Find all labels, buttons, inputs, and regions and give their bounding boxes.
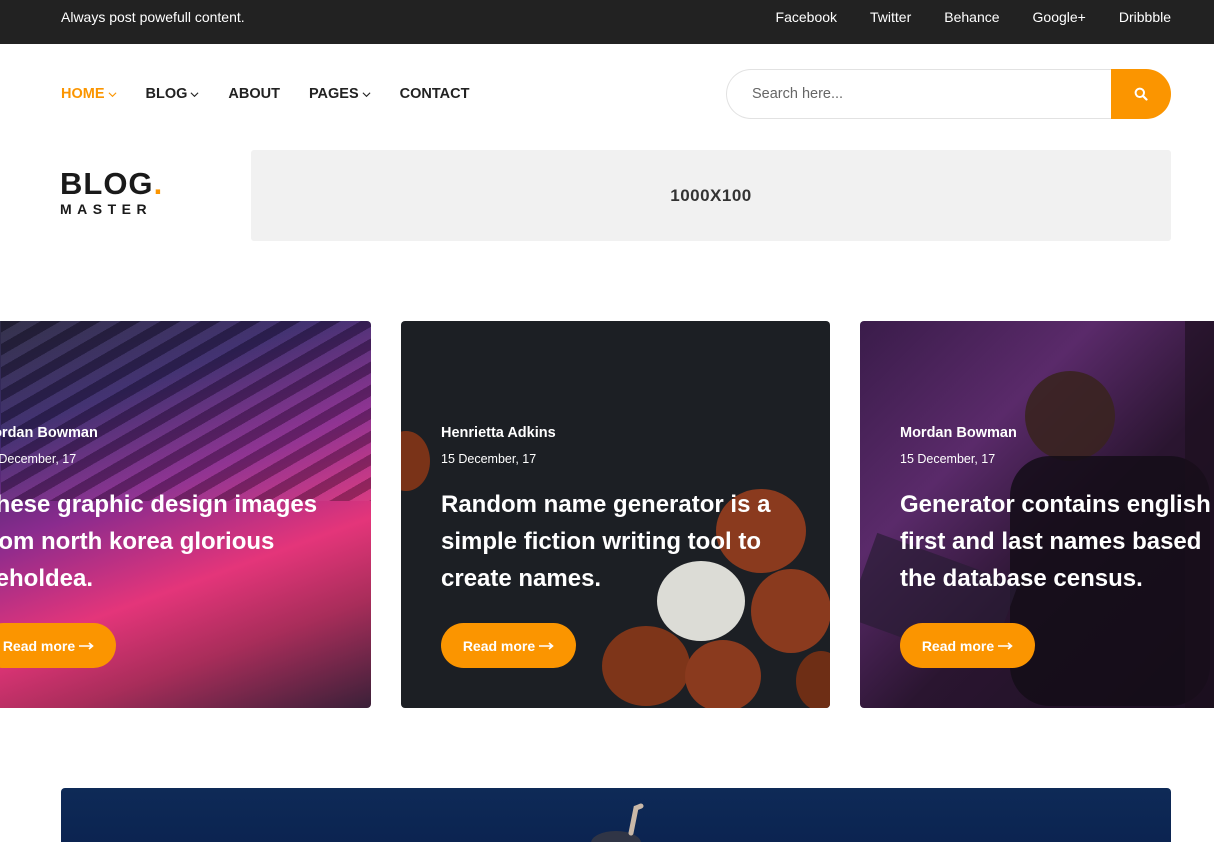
search-button[interactable]	[1111, 69, 1171, 119]
post-card[interactable]: Mordan Bowman 15 December, 17 Generator …	[860, 321, 1214, 708]
post-author[interactable]: Mordan Bowman	[0, 425, 98, 441]
social-link-behance[interactable]: Behance	[944, 9, 999, 25]
nav-item-about[interactable]: ABOUT	[228, 86, 280, 102]
arrow-right-icon	[79, 641, 94, 650]
post-title[interactable]: Generator contains english first and las…	[900, 486, 1214, 597]
keyboard-image-detail	[1, 321, 371, 501]
search-input[interactable]	[726, 69, 1126, 119]
nav-item-label: ABOUT	[228, 86, 280, 102]
arrow-right-icon	[998, 641, 1013, 650]
post-card[interactable]: Mordan Bowman 15 December, 17 These grap…	[0, 321, 371, 708]
read-more-label: Read more	[2, 637, 76, 654]
social-link-twitter[interactable]: Twitter	[870, 9, 911, 25]
read-more-button[interactable]: Read more	[441, 623, 576, 668]
post-date: 15 December, 17	[0, 452, 77, 466]
logo-text: BLOG.	[60, 168, 163, 200]
post-author[interactable]: Mordan Bowman	[900, 425, 1017, 441]
post-card[interactable]: Henrietta Adkins 15 December, 17 Random …	[401, 321, 830, 708]
swimmer-image	[591, 803, 644, 842]
logo-main-text: BLOG	[60, 166, 154, 201]
nav-item-label: PAGES	[308, 86, 359, 102]
read-more-button[interactable]: Read more	[0, 623, 116, 668]
ad-banner[interactable]: 1000X100	[251, 150, 1171, 241]
nav-item-home[interactable]: HOME	[61, 86, 117, 102]
chevron-down-icon	[108, 91, 116, 97]
nav-item-blog[interactable]: BLOG	[146, 86, 200, 102]
arrow-right-icon	[539, 641, 554, 650]
post-title[interactable]: Random name generator is a simple fictio…	[441, 486, 791, 597]
post-date: 15 December, 17	[441, 452, 537, 466]
featured-post-image[interactable]	[61, 788, 1171, 842]
tagline: Always post powefull content.	[61, 9, 245, 25]
nav-item-label: CONTACT	[399, 86, 470, 102]
ad-banner-label: 1000X100	[670, 185, 752, 205]
chevron-down-icon	[190, 91, 199, 97]
search-icon	[1134, 87, 1148, 101]
nav-item-label: BLOG	[145, 86, 188, 102]
read-more-label: Read more	[921, 637, 995, 654]
post-date: 15 December, 17	[900, 452, 996, 466]
read-more-button[interactable]: Read more	[900, 623, 1035, 668]
search-bar	[726, 69, 1171, 119]
social-link-google-plus[interactable]: Google+	[1033, 9, 1086, 25]
nav-item-pages[interactable]: PAGES	[309, 86, 371, 102]
logo-subtitle: MASTER	[60, 201, 153, 217]
social-links: Facebook Twitter Behance Google+ Dribbbl…	[776, 9, 1171, 25]
site-logo[interactable]: BLOG. MASTER	[60, 168, 163, 218]
post-author[interactable]: Henrietta Adkins	[441, 425, 556, 441]
chevron-down-icon	[362, 91, 371, 97]
top-bar: Always post powefull content. Facebook T…	[0, 0, 1214, 44]
main-nav: HOME BLOG ABOUT PAGES CONTACT	[61, 86, 469, 102]
logo-dot: .	[153, 166, 164, 201]
nav-item-label: HOME	[61, 86, 105, 102]
post-title[interactable]: These graphic design images from north k…	[0, 486, 331, 597]
nav-item-contact[interactable]: CONTACT	[400, 86, 470, 102]
read-more-label: Read more	[462, 637, 536, 654]
social-link-dribbble[interactable]: Dribbble	[1119, 9, 1171, 25]
social-link-facebook[interactable]: Facebook	[776, 9, 837, 25]
